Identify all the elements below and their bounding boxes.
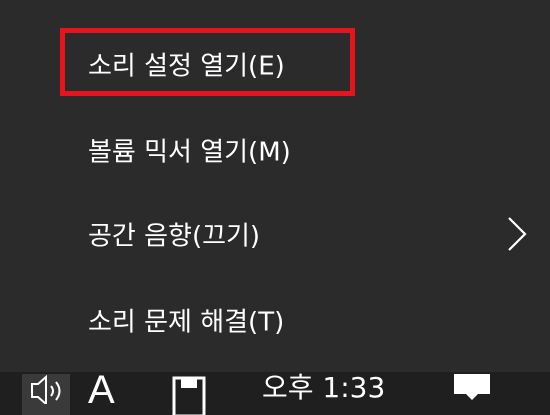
ime-language-indicator[interactable]: A: [88, 372, 115, 413]
menu-item-spatial-sound[interactable]: 공간 음향(끄기): [0, 192, 550, 276]
menu-item-label: 소리 문제 해결(T): [88, 307, 285, 338]
menu-item-open-volume-mixer[interactable]: 볼륨 믹서 열기(M): [0, 108, 550, 192]
ime-mode-icon[interactable]: [172, 376, 206, 415]
context-menu: 소리 설정 열기(E) 볼륨 믹서 열기(M) 공간 음향(끄기) 소리 문제 …: [0, 0, 550, 372]
menu-item-troubleshoot-sound[interactable]: 소리 문제 해결(T): [0, 278, 550, 362]
menu-item-open-sound-settings[interactable]: 소리 설정 열기(E): [0, 22, 550, 106]
volume-button[interactable]: [22, 374, 70, 415]
menu-item-label: 소리 설정 열기(E): [88, 51, 285, 82]
chevron-right-icon: [508, 217, 527, 251]
taskbar-clock[interactable]: 오후 1:33: [262, 372, 385, 406]
taskbar: A 오후 1:33: [0, 372, 550, 415]
menu-item-label: 볼륨 믹서 열기(M): [88, 137, 291, 168]
volume-icon: [31, 374, 61, 404]
menu-item-label: 공간 음향(끄기): [88, 221, 261, 252]
notification-icon[interactable]: [450, 374, 494, 415]
